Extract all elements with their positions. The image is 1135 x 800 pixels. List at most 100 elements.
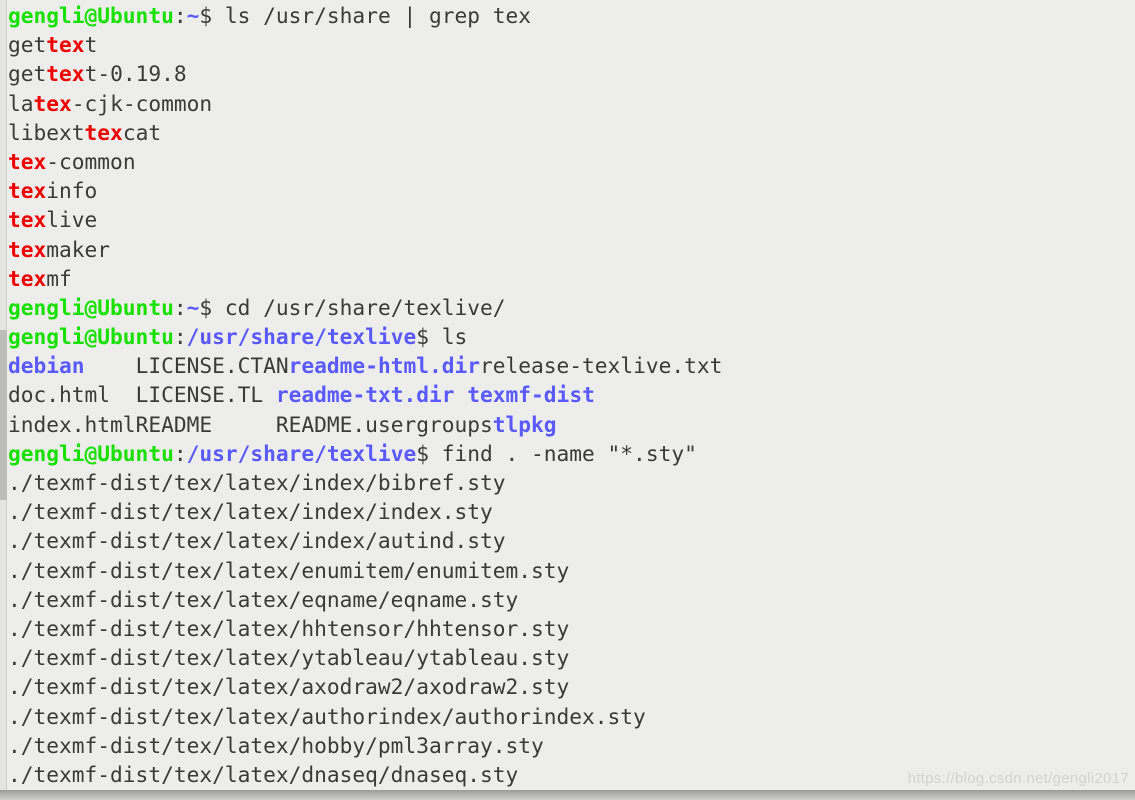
grep-match: tex: [8, 148, 47, 174]
grep-result-line: libexttexcat: [8, 118, 1135, 147]
find-path: ./texmf-dist/tex/latex/index/autind.sty: [8, 528, 506, 554]
prompt-colon: :: [173, 3, 187, 28]
ls-directory: readme-html.dir: [288, 353, 480, 379]
prompt-user-host: gengli@Ubuntu: [8, 440, 174, 466]
terminal-screen[interactable]: gengli@Ubuntu:~$ ls /usr/share | grep te…: [8, 1, 1135, 790]
ls-directory: texmf-dist: [467, 382, 595, 408]
prompt-dollar: $: [416, 324, 442, 350]
watermark-text: https://blog.csdn.net/gengli2017: [907, 770, 1129, 787]
prompt-user-host: gengli@Ubuntu: [8, 324, 174, 350]
find-result-line: ./texmf-dist/tex/latex/axodraw2/axodraw2…: [8, 672, 1135, 701]
grep-match: tex: [8, 207, 47, 233]
ls-directory: tlpkg: [492, 411, 557, 437]
vertical-scrollbar[interactable]: [0, 0, 7, 790]
prompt-path: ~: [186, 3, 200, 28]
command-text-4: find . -name "*.sty": [441, 440, 697, 466]
command-text-2: cd /usr/share/texlive/: [224, 294, 506, 320]
grep-result-line: texlive: [8, 205, 1135, 234]
grep-match: tex: [84, 119, 123, 145]
find-path: ./texmf-dist/tex/latex/dnaseq/dnaseq.sty: [8, 761, 519, 787]
terminal-window[interactable]: gengli@Ubuntu:~$ ls /usr/share | grep te…: [0, 0, 1135, 790]
prompt-user-host: gengli@Ubuntu: [8, 294, 174, 320]
grep-prefix: libext: [8, 119, 85, 145]
find-path: ./texmf-dist/tex/latex/eqname/eqname.sty: [8, 586, 519, 612]
grep-result-line: tex-common: [8, 147, 1135, 176]
prompt-colon: :: [173, 294, 187, 320]
grep-prefix: get: [8, 32, 47, 58]
find-result-line: ./texmf-dist/tex/latex/enumitem/enumitem…: [8, 556, 1135, 585]
find-path: ./texmf-dist/tex/latex/authorindex/autho…: [8, 703, 646, 729]
command-text-3: ls: [441, 324, 468, 350]
find-path: ./texmf-dist/tex/latex/hhtensor/hhtensor…: [8, 615, 570, 641]
find-result-line: ./texmf-dist/tex/latex/index/index.sty: [8, 497, 1135, 526]
ls-file: release-texlive.txt: [480, 353, 723, 379]
find-result-line: ./texmf-dist/tex/latex/hobby/pml3array.s…: [8, 731, 1135, 760]
grep-match: tex: [8, 178, 47, 204]
ls-file: README.usergroups: [275, 411, 493, 437]
find-result-line: ./texmf-dist/tex/latex/eqname/eqname.sty: [8, 585, 1135, 614]
ls-gap: [85, 353, 136, 378]
grep-suffix: info: [46, 178, 98, 204]
prompt-path: /usr/share/texlive: [186, 440, 417, 466]
find-result-line: ./texmf-dist/tex/latex/hhtensor/hhtensor…: [8, 614, 1135, 643]
grep-match: tex: [46, 32, 85, 58]
ls-file: index.html: [8, 411, 136, 437]
ls-row: debian LICENSE.CTANreadme-html.dirreleas…: [8, 351, 1135, 380]
prompt-dollar: $: [199, 294, 225, 320]
grep-match: tex: [46, 61, 85, 87]
scrollbar-thumb[interactable]: [0, 330, 7, 500]
prompt-path: ~: [186, 294, 200, 320]
ls-directory: debian: [8, 353, 85, 379]
ls-gap: [455, 382, 468, 407]
grep-result-line: texinfo: [8, 176, 1135, 205]
ls-file: doc.html: [8, 382, 111, 408]
find-result-line: ./texmf-dist/tex/latex/index/autind.sty: [8, 526, 1135, 555]
find-path: ./texmf-dist/tex/latex/index/bibref.sty: [8, 470, 506, 495]
ls-gap: [110, 382, 136, 407]
grep-prefix: la: [8, 90, 34, 116]
prompt-line: gengli@Ubuntu:~$ cd /usr/share/texlive/: [8, 293, 1135, 322]
grep-suffix: -common: [46, 148, 136, 174]
grep-suffix: maker: [46, 236, 111, 262]
prompt-colon: :: [173, 324, 187, 350]
prompt-user-host: gengli@Ubuntu: [8, 3, 174, 28]
grep-suffix: live: [46, 207, 98, 233]
grep-result-line: latex-cjk-common: [8, 89, 1135, 118]
ls-file: LICENSE.TL: [135, 382, 264, 408]
find-path: ./texmf-dist/tex/latex/ytableau/ytableau…: [8, 645, 570, 671]
grep-suffix: mf: [46, 265, 72, 291]
prompt-dollar: $: [199, 3, 225, 28]
grep-match: tex: [8, 236, 47, 262]
find-result-line: ./texmf-dist/tex/latex/index/bibref.sty: [8, 468, 1135, 497]
grep-suffix: cat: [122, 119, 162, 145]
grep-result-line: texmf: [8, 264, 1135, 293]
find-path: ./texmf-dist/tex/latex/hobby/pml3array.s…: [8, 732, 544, 758]
grep-result-line: gettext: [8, 30, 1135, 59]
prompt-line: gengli@Ubuntu:~$ ls /usr/share | grep te…: [8, 1, 1135, 30]
grep-match: tex: [33, 90, 72, 116]
grep-result-line: gettext-0.19.8: [8, 59, 1135, 88]
window-bottom-edge: [0, 790, 1135, 800]
grep-match: tex: [8, 265, 47, 291]
find-path: ./texmf-dist/tex/latex/axodraw2/axodraw2…: [8, 674, 570, 700]
grep-result-line: texmaker: [8, 235, 1135, 264]
prompt-path: /usr/share/texlive: [186, 324, 417, 350]
prompt-colon: :: [173, 440, 187, 466]
ls-gap: [263, 382, 276, 407]
ls-file: README: [135, 411, 213, 437]
find-result-line: ./texmf-dist/tex/latex/authorindex/autho…: [8, 702, 1135, 731]
grep-prefix: get: [8, 61, 47, 87]
prompt-line: gengli@Ubuntu:/usr/share/texlive$ ls: [8, 322, 1135, 351]
prompt-dollar: $: [416, 440, 442, 466]
prompt-line: gengli@Ubuntu:/usr/share/texlive$ find .…: [8, 439, 1135, 468]
ls-row: doc.html LICENSE.TL readme-txt.dir texmf…: [8, 380, 1135, 409]
grep-suffix: t-0.19.8: [84, 61, 187, 87]
find-result-line: ./texmf-dist/tex/latex/ytableau/ytableau…: [8, 643, 1135, 672]
grep-suffix: t: [84, 32, 98, 58]
ls-gap: [212, 412, 276, 437]
grep-suffix: -cjk-common: [71, 90, 213, 116]
ls-file: LICENSE.CTAN: [135, 353, 289, 379]
find-path: ./texmf-dist/tex/latex/enumitem/enumitem…: [8, 557, 570, 583]
ls-directory: readme-txt.dir: [275, 382, 455, 408]
find-path: ./texmf-dist/tex/latex/index/index.sty: [8, 499, 493, 525]
